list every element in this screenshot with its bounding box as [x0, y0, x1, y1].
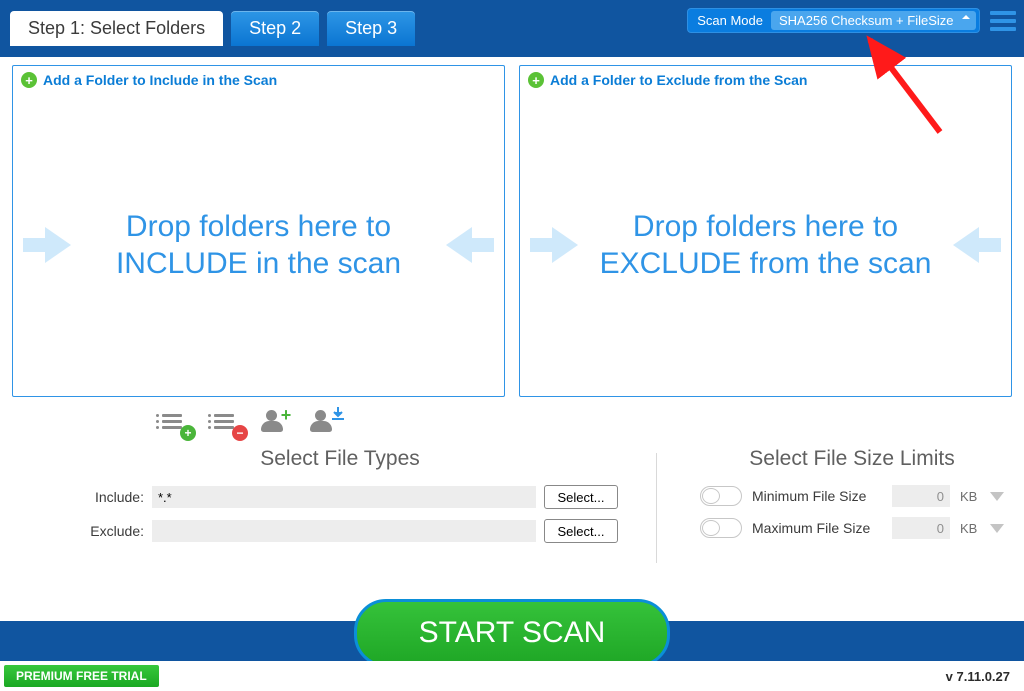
exclude-dropzone[interactable]: Drop folders here to EXCLUDE from the sc… [520, 94, 1011, 396]
arrow-right-icon [23, 227, 71, 263]
version-label: v 7.11.0.27 [946, 669, 1010, 684]
min-size-label: Minimum File Size [752, 488, 882, 504]
remove-list-button[interactable]: − [206, 407, 242, 435]
min-size-toggle[interactable] [700, 486, 742, 506]
start-bar: START SCAN [0, 621, 1024, 661]
plus-icon: + [21, 72, 37, 88]
max-size-unit-dropdown[interactable] [990, 524, 1004, 533]
max-size-input[interactable] [892, 517, 950, 539]
file-types-title: Select File Types [30, 447, 650, 471]
exclude-types-select-button[interactable]: Select... [544, 519, 618, 543]
menu-icon[interactable] [990, 11, 1016, 31]
min-size-unit: KB [960, 489, 980, 504]
add-list-button[interactable]: + [154, 407, 190, 435]
scan-mode-select[interactable]: SHA256 Checksum + FileSize [771, 11, 976, 30]
exclude-types-label: Exclude: [30, 523, 144, 539]
person-icon [261, 410, 283, 432]
include-dropzone[interactable]: Drop folders here to INCLUDE in the scan [13, 94, 504, 396]
max-size-unit: KB [960, 521, 980, 536]
include-dropzone-text: Drop folders here to INCLUDE in the scan [81, 208, 436, 283]
scan-mode-label: Scan Mode [697, 13, 763, 28]
exclude-panel: + Add a Folder to Exclude from the Scan … [519, 65, 1012, 397]
tab-step-1[interactable]: Step 1: Select Folders [10, 11, 223, 46]
plus-icon: + [528, 72, 544, 88]
include-types-input[interactable] [152, 486, 536, 508]
step-tabs: Step 1: Select Folders Step 2 Step 3 [10, 11, 415, 46]
min-size-input[interactable] [892, 485, 950, 507]
person-icon [310, 410, 332, 432]
file-size-title: Select File Size Limits [700, 447, 1004, 471]
list-icon [162, 414, 182, 429]
include-panel: + Add a Folder to Include in the Scan Dr… [12, 65, 505, 397]
folder-toolbar: + − + [0, 397, 1024, 439]
exclude-types-input[interactable] [152, 520, 536, 542]
add-profile-button[interactable]: + [258, 407, 294, 435]
tab-step-2[interactable]: Step 2 [231, 11, 319, 46]
max-size-toggle[interactable] [700, 518, 742, 538]
tab-step-3[interactable]: Step 3 [327, 11, 415, 46]
add-exclude-folder-link[interactable]: + Add a Folder to Exclude from the Scan [520, 66, 1011, 94]
arrow-left-icon [953, 227, 1001, 263]
include-types-label: Include: [30, 489, 144, 505]
list-icon [214, 414, 234, 429]
add-include-folder-link[interactable]: + Add a Folder to Include in the Scan [13, 66, 504, 94]
import-profile-button[interactable] [310, 407, 346, 435]
scan-mode-control: Scan Mode SHA256 Checksum + FileSize [687, 8, 980, 33]
arrow-right-icon [530, 227, 578, 263]
premium-trial-button[interactable]: PREMIUM FREE TRIAL [4, 665, 159, 687]
download-icon [332, 420, 346, 422]
file-types-section: Select File Types Include: Select... Exc… [30, 447, 650, 553]
start-scan-button[interactable]: START SCAN [354, 599, 670, 667]
folder-panels: + Add a Folder to Include in the Scan Dr… [0, 57, 1024, 397]
max-size-label: Maximum File Size [752, 520, 882, 536]
footer: PREMIUM FREE TRIAL v 7.11.0.27 [0, 661, 1024, 691]
options-row: Select File Types Include: Select... Exc… [0, 439, 1024, 553]
file-size-section: Select File Size Limits Minimum File Siz… [650, 447, 1004, 553]
arrow-left-icon [446, 227, 494, 263]
top-bar: Step 1: Select Folders Step 2 Step 3 Sca… [0, 0, 1024, 46]
divider [656, 453, 657, 563]
include-types-select-button[interactable]: Select... [544, 485, 618, 509]
min-size-unit-dropdown[interactable] [990, 492, 1004, 501]
exclude-dropzone-text: Drop folders here to EXCLUDE from the sc… [588, 208, 943, 283]
